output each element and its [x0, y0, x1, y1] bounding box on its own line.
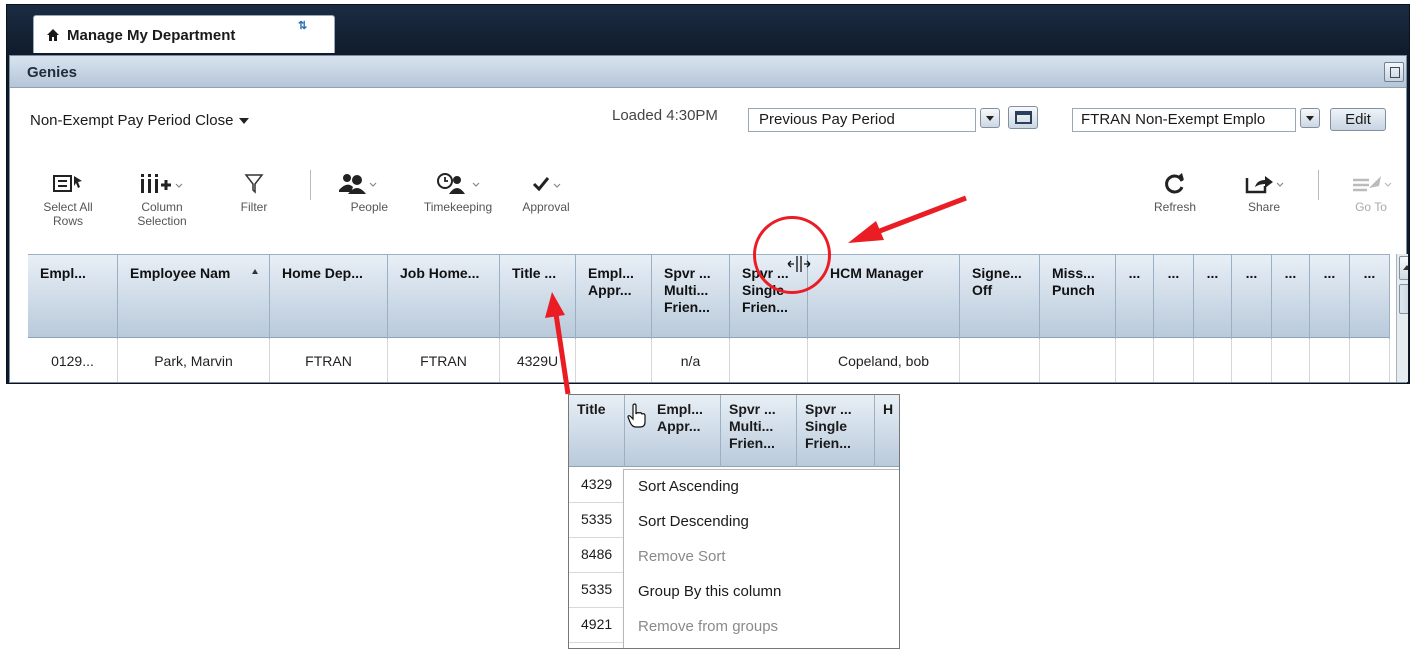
column-context-menu: Sort Ascending Sort Descending Remove Sort… [623, 469, 899, 648]
screenshot-root: Manage My Department ⇅ Genies Non-Exempt… [0, 0, 1414, 649]
list-item: 5335 [569, 573, 629, 608]
arrow-to-title [553, 313, 571, 395]
column-header-label: Frien... [729, 435, 775, 451]
column-header-label: Single [805, 418, 848, 434]
menu-item: Remove Sort [638, 548, 726, 565]
column-header-label: Multi... [729, 418, 774, 434]
arrow-head-resize [848, 221, 884, 243]
menu-item: Remove from groups [638, 618, 779, 635]
menu-item[interactable]: Sort Descending [638, 513, 749, 530]
hand-cursor-icon [627, 403, 646, 428]
column-header[interactable]: H [875, 395, 899, 467]
menu-item[interactable]: Sort Ascending [638, 478, 739, 495]
list-item: 4921 [569, 608, 629, 643]
menu-item[interactable]: Group By this column [638, 583, 781, 600]
column-header-label: Title [577, 401, 606, 417]
column-header[interactable]: Title [569, 395, 625, 467]
arrow-to-resize [871, 195, 967, 237]
column-header-label: Appr... [657, 418, 701, 434]
zoom-header: Title Empl... Appr... Spvr ... Multi... Frien… [569, 395, 899, 467]
column-header-label: Empl... [657, 401, 703, 417]
list-item: 4329 [569, 468, 629, 503]
list-item: 8486 [569, 538, 629, 573]
column-header-label: H [883, 401, 894, 417]
arrow-head-title [545, 292, 565, 318]
column-header[interactable]: Spvr ... Single Frien... [797, 395, 875, 467]
column-header[interactable]: Spvr ... Multi... Frien... [721, 395, 797, 467]
column-header-label: Frien... [805, 435, 851, 451]
column-header-label: Spvr ... [805, 401, 852, 417]
list-item: 5335 [569, 503, 629, 538]
zoomed-column-menu: Title Empl... Appr... Spvr ... Multi... Frien… [568, 394, 900, 649]
column-header-label: Spvr ... [729, 401, 776, 417]
